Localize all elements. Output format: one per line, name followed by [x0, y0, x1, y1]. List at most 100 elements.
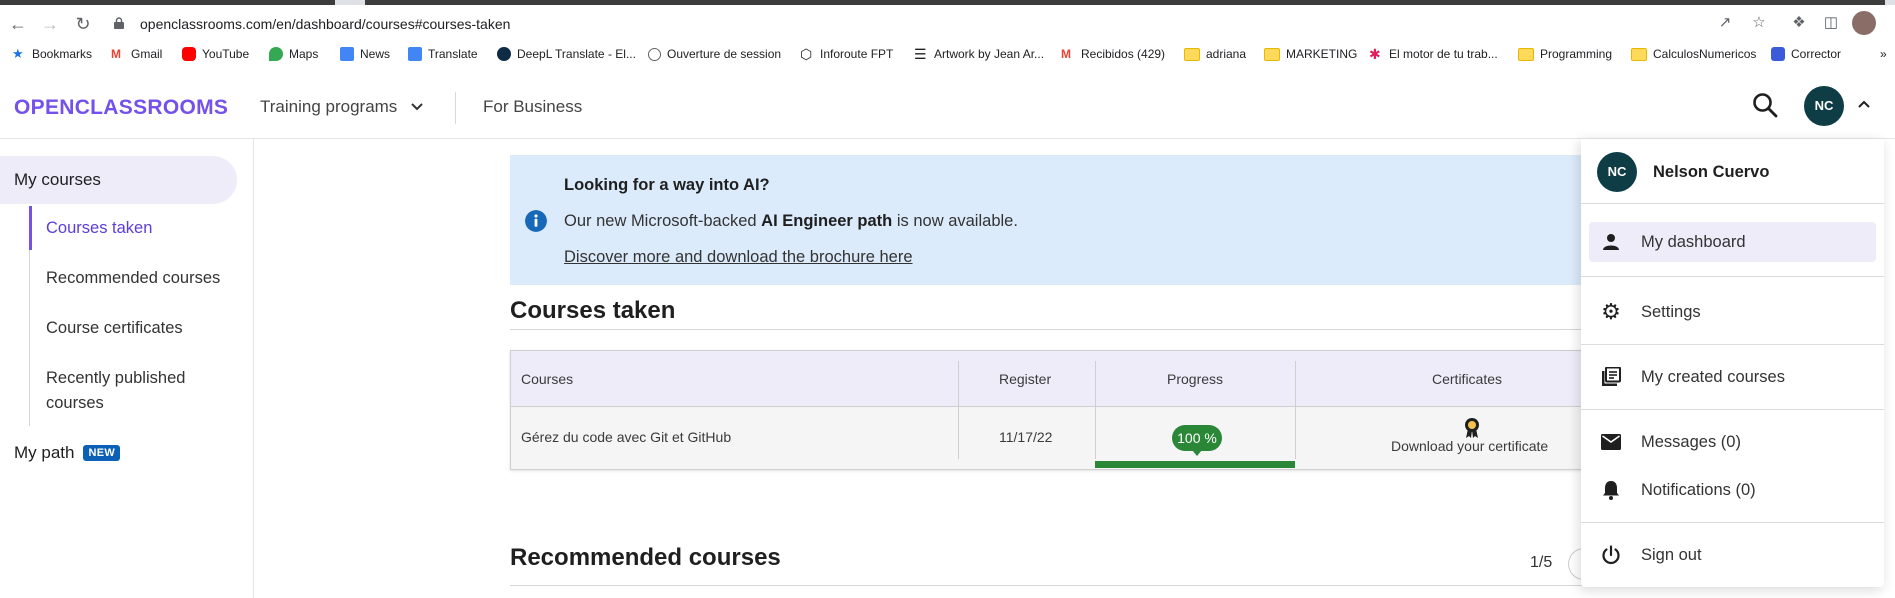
menu-item-messages[interactable]: Messages (0): [1589, 422, 1876, 462]
globe-icon: [648, 47, 661, 61]
column-divider: [1095, 361, 1096, 459]
extensions-icon[interactable]: ❖: [1790, 14, 1808, 32]
bookmark-item[interactable]: Ouverture de session: [648, 47, 781, 61]
course-name[interactable]: Gérez du code avec Git et GitHub: [521, 429, 731, 445]
menu-item-label: Messages (0): [1641, 432, 1741, 451]
menu-divider: [1581, 276, 1884, 277]
bookmark-item[interactable]: MARKETING: [1264, 47, 1357, 61]
progress-badge: 100 %: [1172, 425, 1222, 456]
deepl-icon: [497, 47, 511, 61]
bookmark-label: News: [360, 47, 391, 61]
banner-title: Looking for a way into AI?: [564, 176, 770, 194]
bookmark-label: Gmail: [131, 47, 163, 61]
ai-promo-banner: Looking for a way into AI? Our new Micro…: [510, 155, 1585, 285]
menu-item-label: Sign out: [1641, 545, 1702, 564]
bookmark-label: Artwork by Jean Ar...: [934, 47, 1045, 61]
gmail-icon: M: [1061, 47, 1071, 61]
youtube-icon: [182, 47, 196, 61]
sidebar-item-courses-taken[interactable]: Courses taken: [46, 216, 152, 241]
chevron-down-icon: [411, 103, 423, 111]
share-icon[interactable]: ↗: [1716, 14, 1734, 32]
chevron-up-icon[interactable]: [1856, 96, 1872, 112]
sidebar-item-my-courses[interactable]: My courses: [0, 156, 237, 204]
brochure-link[interactable]: Discover more and download the brochure …: [564, 248, 913, 267]
more-bookmarks-label: »: [1880, 47, 1887, 61]
url-text[interactable]: openclassrooms.com/en/dashboard/courses#…: [140, 16, 510, 32]
sidebar-item-my-path[interactable]: My path NEW: [14, 443, 121, 463]
for-business-link[interactable]: For Business: [483, 97, 582, 117]
address-bar[interactable]: openclassrooms.com/en/dashboard/courses#…: [104, 10, 1780, 38]
register-date: 11/17/22: [999, 429, 1053, 445]
tab-strip: [0, 0, 1895, 5]
avatar: NC: [1597, 152, 1637, 192]
bookmark-item[interactable]: News: [340, 47, 390, 61]
sidebar-item-course-certificates[interactable]: Course certificates: [46, 316, 183, 341]
bookmark-item[interactable]: ★ Bookmarks: [12, 47, 93, 62]
bookmark-item[interactable]: ✱ El motor de tu trab...: [1369, 47, 1498, 61]
browser-profile-avatar[interactable]: [1852, 11, 1876, 35]
column-header-register: Register: [999, 371, 1052, 387]
search-icon[interactable]: [1752, 92, 1778, 118]
forward-icon[interactable]: →: [40, 14, 60, 34]
gear-icon: ⚙: [1601, 299, 1621, 324]
bookmark-item[interactable]: adriana: [1184, 47, 1246, 61]
menu-item-my-dashboard[interactable]: My dashboard: [1589, 222, 1876, 262]
sidebar-item-recommended-courses[interactable]: Recommended courses: [46, 266, 220, 291]
menu-item-settings[interactable]: ⚙ Settings: [1589, 292, 1876, 332]
bookmark-item[interactable]: Translate: [408, 47, 478, 61]
maps-icon: [269, 47, 283, 61]
menu-divider: [1581, 522, 1884, 523]
download-certificate-link[interactable]: Download your certificate: [1391, 438, 1548, 454]
certificate-icon[interactable]: [1464, 417, 1480, 439]
progress-bar: [1095, 461, 1295, 468]
bookmark-item[interactable]: M Recibidos (429): [1061, 47, 1165, 61]
bookmark-item[interactable]: ⬡ Inforoute FPT: [800, 47, 893, 61]
bookmark-label: YouTube: [202, 47, 250, 61]
bookmark-label: CalculosNumericos: [1653, 47, 1757, 61]
bookmark-item[interactable]: Programming: [1518, 47, 1612, 61]
bookmark-item[interactable]: DeepL Translate - El...: [497, 47, 636, 61]
back-icon[interactable]: ←: [8, 14, 28, 34]
menu-item-label: Settings: [1641, 302, 1701, 321]
user-menu: NC Nelson Cuervo My dashboard ⚙ Settings…: [1581, 139, 1884, 587]
recommended-courses-title: Recommended courses: [510, 544, 781, 571]
library-icon: [1600, 366, 1622, 388]
bookmark-item[interactable]: M Gmail: [111, 47, 162, 61]
bookmark-label: Corrector: [1791, 47, 1842, 61]
reload-icon[interactable]: ↻: [73, 14, 93, 34]
more-bookmarks-button[interactable]: »: [1880, 47, 1887, 61]
bookmark-item[interactable]: Corrector: [1771, 47, 1841, 61]
side-panel-icon[interactable]: ◫: [1822, 14, 1840, 32]
training-programs-menu[interactable]: Training programs: [260, 97, 424, 117]
bookmark-item[interactable]: Maps: [269, 47, 318, 61]
menu-item-notifications[interactable]: Notifications (0): [1589, 470, 1876, 510]
lock-icon: [114, 17, 124, 29]
folder-icon: [1518, 47, 1534, 61]
bookmarks-bar: ★ Bookmarks M Gmail YouTube Maps News Tran…: [0, 44, 1895, 68]
browser-tab[interactable]: [0, 0, 335, 5]
mail-icon: [1600, 431, 1622, 453]
logo[interactable]: OPENCLASSROOMS: [14, 96, 228, 120]
banner-text-before: Our new Microsoft-backed: [564, 212, 762, 230]
bookmark-item[interactable]: ☰ Artwork by Jean Ar...: [914, 47, 1044, 61]
column-header-courses: Courses: [521, 371, 574, 387]
bell-icon: [1600, 479, 1622, 501]
bookmark-label: Programming: [1540, 47, 1613, 61]
browser-chrome: ← → ↻ openclassrooms.com/en/dashboard/co…: [0, 0, 1895, 68]
avatar[interactable]: NC: [1804, 86, 1844, 126]
folder-icon: [1184, 47, 1200, 61]
sidebar-item-label: My courses: [14, 170, 101, 189]
sidebar-item-recently-published[interactable]: Recently published courses: [46, 366, 216, 416]
user-menu-header: NC Nelson Cuervo: [1597, 152, 1769, 192]
translate-icon: [408, 47, 422, 61]
bookmark-item[interactable]: YouTube: [182, 47, 249, 61]
bookmark-item[interactable]: CalculosNumericos: [1631, 47, 1756, 61]
bookmark-label: Bookmarks: [32, 47, 93, 61]
bookmark-label: adriana: [1206, 47, 1247, 61]
bookmark-star-icon[interactable]: ☆: [1750, 14, 1768, 32]
banner-text-bold: AI Engineer path: [761, 212, 893, 230]
sidebar-item-label: My path: [14, 443, 75, 462]
menu-item-my-created-courses[interactable]: My created courses: [1589, 357, 1876, 397]
menu-item-sign-out[interactable]: Sign out: [1589, 535, 1876, 575]
menu-divider: [1581, 344, 1884, 345]
